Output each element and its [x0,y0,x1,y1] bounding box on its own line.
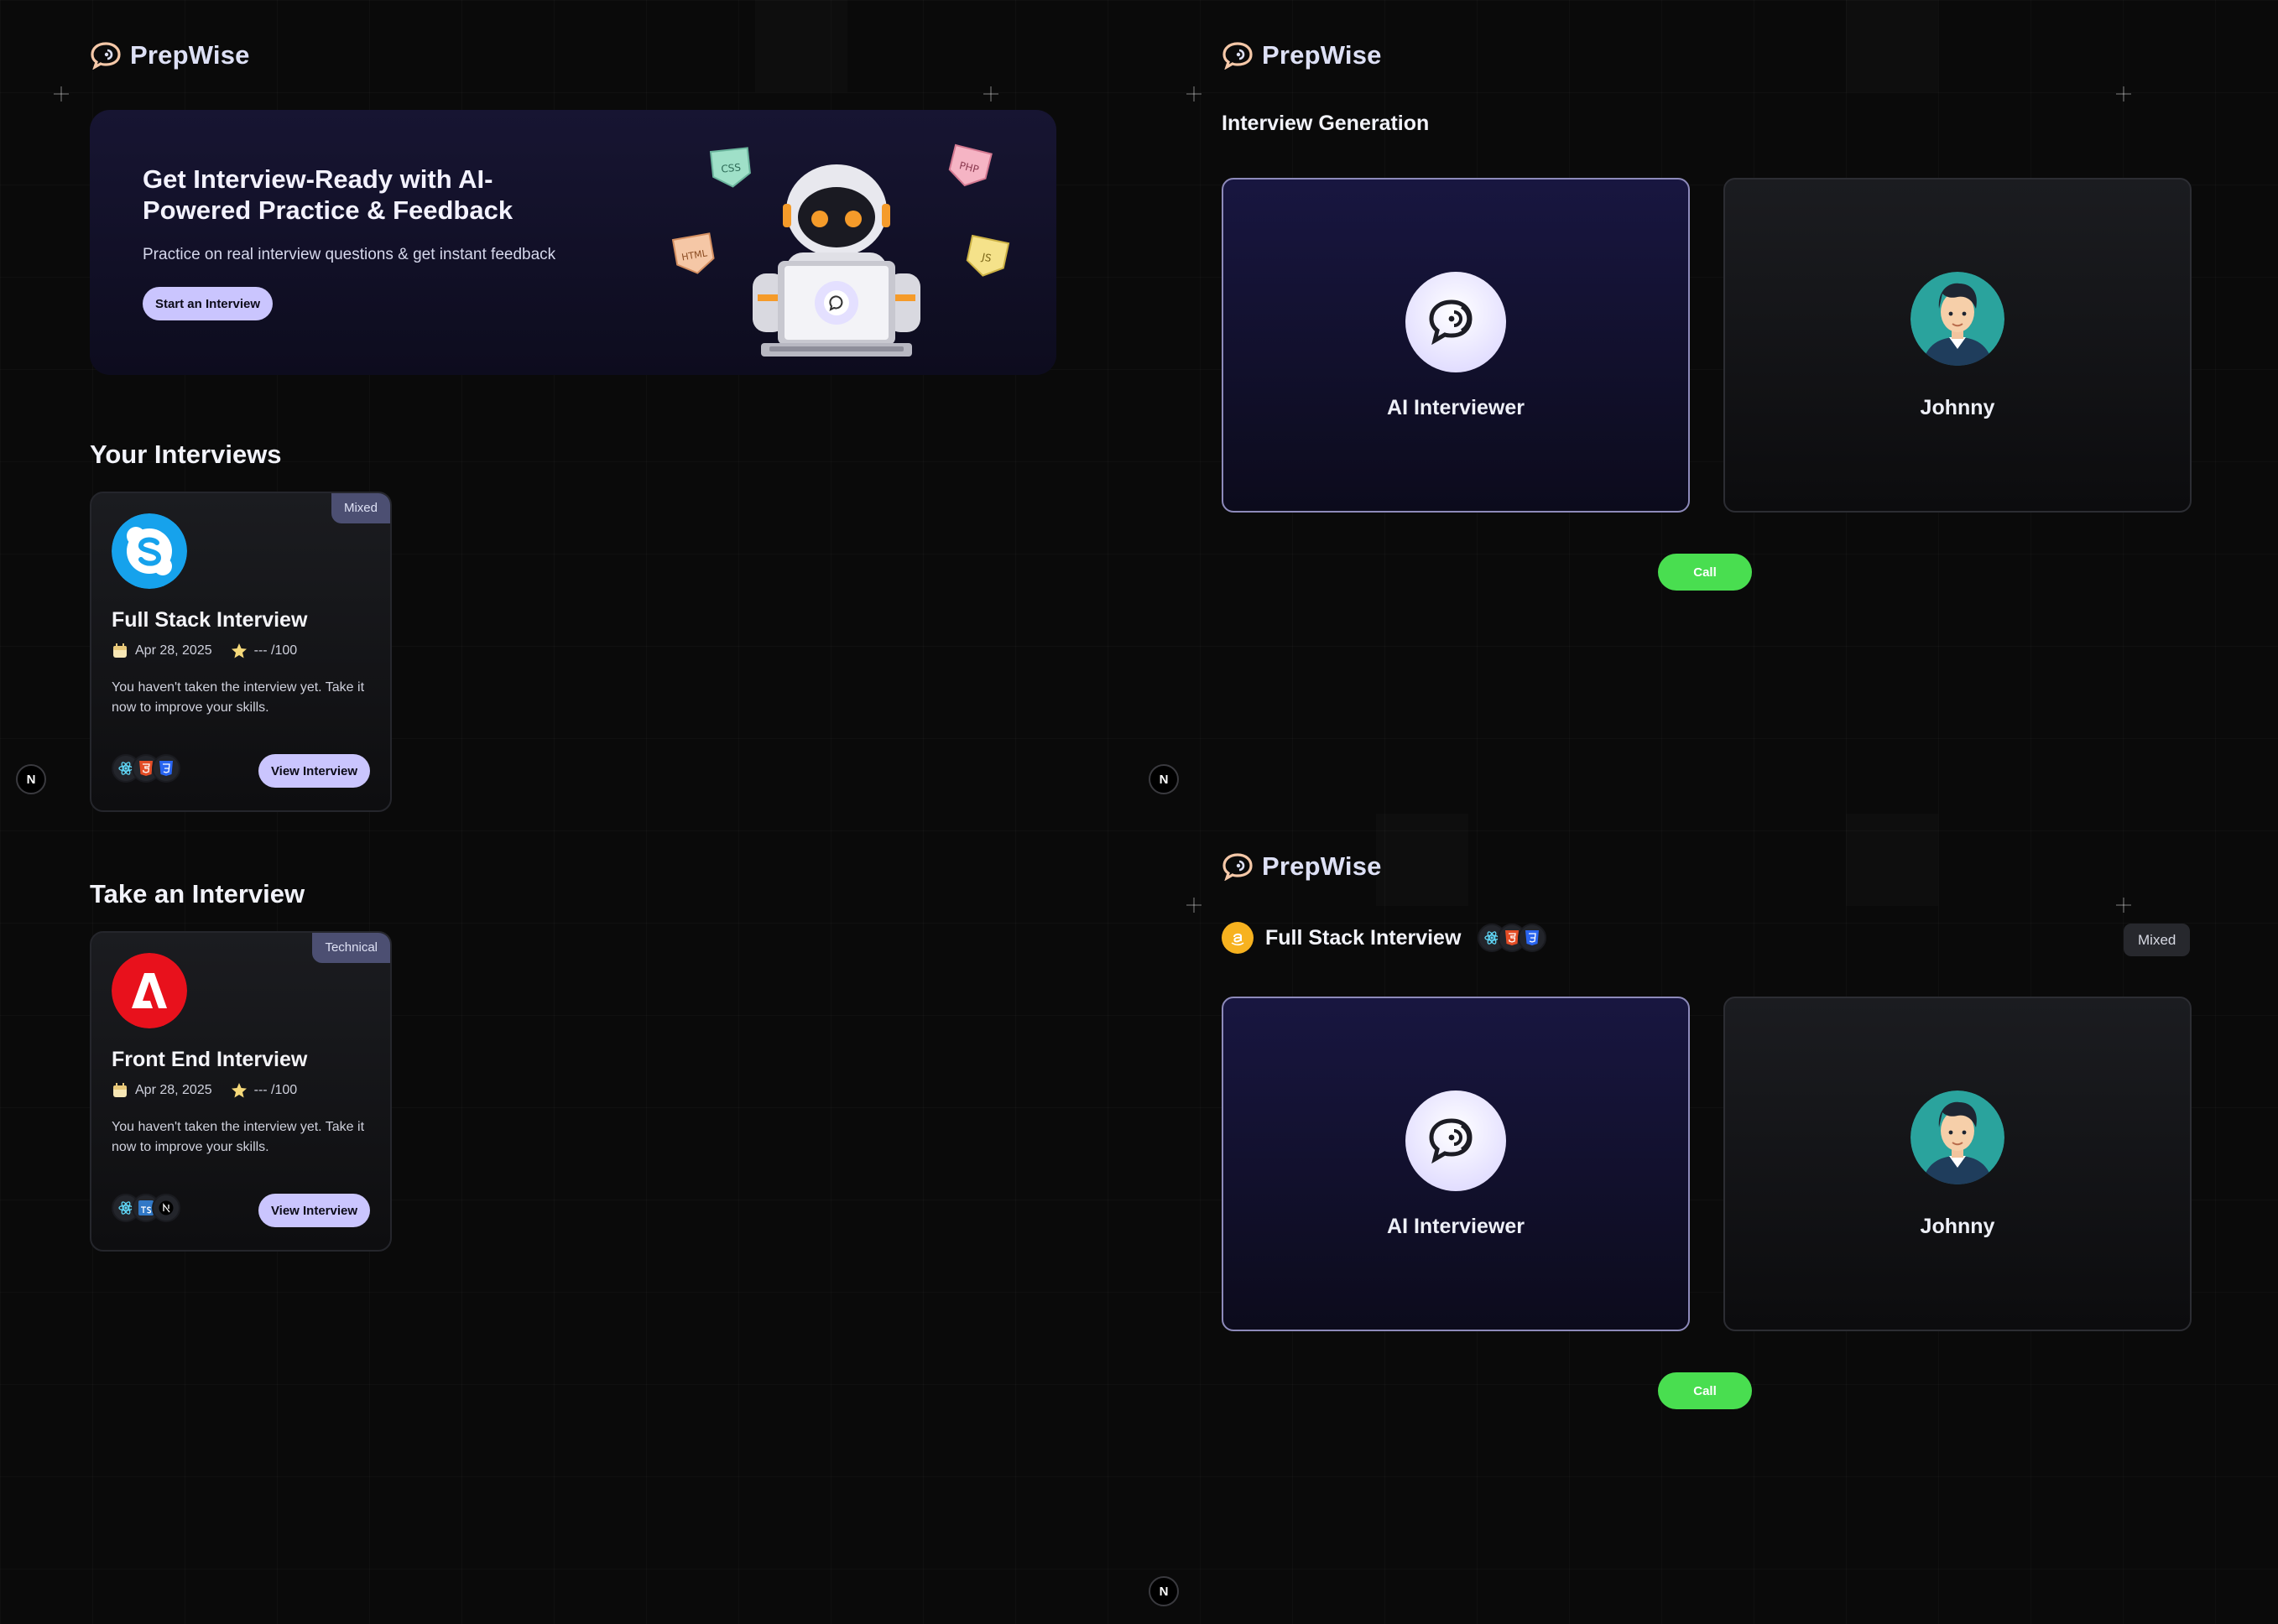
robot-illustration: CSS PHP HTML JS [671,143,1010,357]
interview-card: Mixed Full Stack Interview Apr 28, 2025 … [90,492,392,812]
card-meta: Apr 28, 2025 --- /100 [112,643,297,659]
bg-tile [1376,814,1468,906]
plus-marker [1186,86,1202,102]
ai-interviewer-card: AI Interviewer [1222,997,1690,1331]
hero-title: Get Interview-Ready with AI-Powered Prac… [143,164,513,225]
plus-marker [1186,898,1202,913]
card-title: Front End Interview [112,1048,308,1071]
page-title: Interview Generation [1222,112,1430,135]
hero-banner: Get Interview-Ready with AI-Powered Prac… [90,110,1056,375]
logo[interactable]: PrepWise [1222,851,1382,882]
nextjs-dev-badge[interactable]: N [16,764,46,794]
session-title: Full Stack Interview [1265,925,1462,950]
bg-tile [755,0,847,92]
card-date: Apr 28, 2025 [135,643,212,658]
card-score: --- /100 [253,643,298,658]
logo-icon [91,42,121,70]
card-description: You haven't taken the interview yet. Tak… [112,1120,365,1154]
calendar-icon [113,643,127,658]
nextjs-dev-badge[interactable]: N [1149,1576,1179,1606]
type-badge: Mixed [2124,924,2191,956]
js-sticker-icon: JS [966,234,1010,277]
type-badge: Technical [312,933,390,963]
tech-stack [1478,924,1547,952]
card-score: --- /100 [253,1083,298,1097]
logo[interactable]: PrepWise [90,40,250,70]
ai-interviewer-card: AI Interviewer [1222,178,1690,513]
ai-avatar [1405,1090,1506,1191]
calendar-icon [113,1083,127,1097]
plus-marker [2116,898,2131,913]
card-description: You haven't taken the interview yet. Tak… [112,680,365,715]
type-badge: Mixed [331,493,390,523]
plus-marker [2116,86,2131,102]
css3-icon [152,754,180,783]
php-sticker-icon: PHP [948,143,993,187]
logo[interactable]: PrepWise [1222,40,1382,70]
plus-marker [54,86,69,102]
logo-text: PrepWise [130,40,250,70]
take-interview-title: Take an Interview [90,879,305,908]
logo-text: PrepWise [1262,851,1382,881]
call-button[interactable]: Call [1658,554,1752,591]
logo-icon [1222,853,1253,881]
adobe-logo-icon [112,953,187,1028]
star-icon [231,1083,247,1098]
card-date: Apr 28, 2025 [135,1083,212,1097]
hero-subtitle: Practice on real interview questions & g… [143,246,556,263]
user-name: Johnny [1920,396,1995,419]
ai-voice-icon [1429,299,1473,346]
user-name: Johnny [1920,1215,1995,1238]
logo-text: PrepWise [1262,40,1382,70]
css-sticker-icon: CSS [709,147,751,188]
ai-name: AI Interviewer [1387,396,1525,419]
tech-stack [112,754,180,783]
user-card: Johnny [1723,997,2192,1331]
user-avatar [1910,1090,2004,1184]
user-card: Johnny [1723,178,2192,513]
bg-tile [1846,0,1938,92]
css3-icon [1518,924,1547,952]
session-header: Full Stack Interview [1222,922,1547,954]
call-button[interactable]: Call [1658,1372,1752,1409]
bg-tile [1846,814,1938,906]
view-interview-button[interactable]: View Interview [258,1194,370,1227]
interview-card: Technical Front End Interview Apr 28, 20… [90,931,392,1252]
card-meta: Apr 28, 2025 --- /100 [112,1082,297,1099]
svg-text:CSS: CSS [721,161,742,174]
user-avatar [1910,272,2004,366]
view-interview-button[interactable]: View Interview [258,754,370,788]
ai-avatar [1405,272,1506,372]
tech-stack [112,1194,180,1222]
ai-name: AI Interviewer [1387,1215,1525,1238]
start-interview-button[interactable]: Start an Interview [143,287,273,320]
nextjs-icon [152,1194,180,1222]
html-sticker-icon: HTML [671,232,715,274]
logo-icon [1222,42,1253,70]
amazon-logo-icon [1222,922,1254,954]
nextjs-dev-badge[interactable]: N [1149,764,1179,794]
card-title: Full Stack Interview [112,608,308,632]
skype-logo-icon [112,513,187,589]
ai-voice-icon [1429,1118,1473,1164]
plus-marker [983,86,998,102]
star-icon [231,643,247,658]
your-interviews-title: Your Interviews [90,440,282,469]
